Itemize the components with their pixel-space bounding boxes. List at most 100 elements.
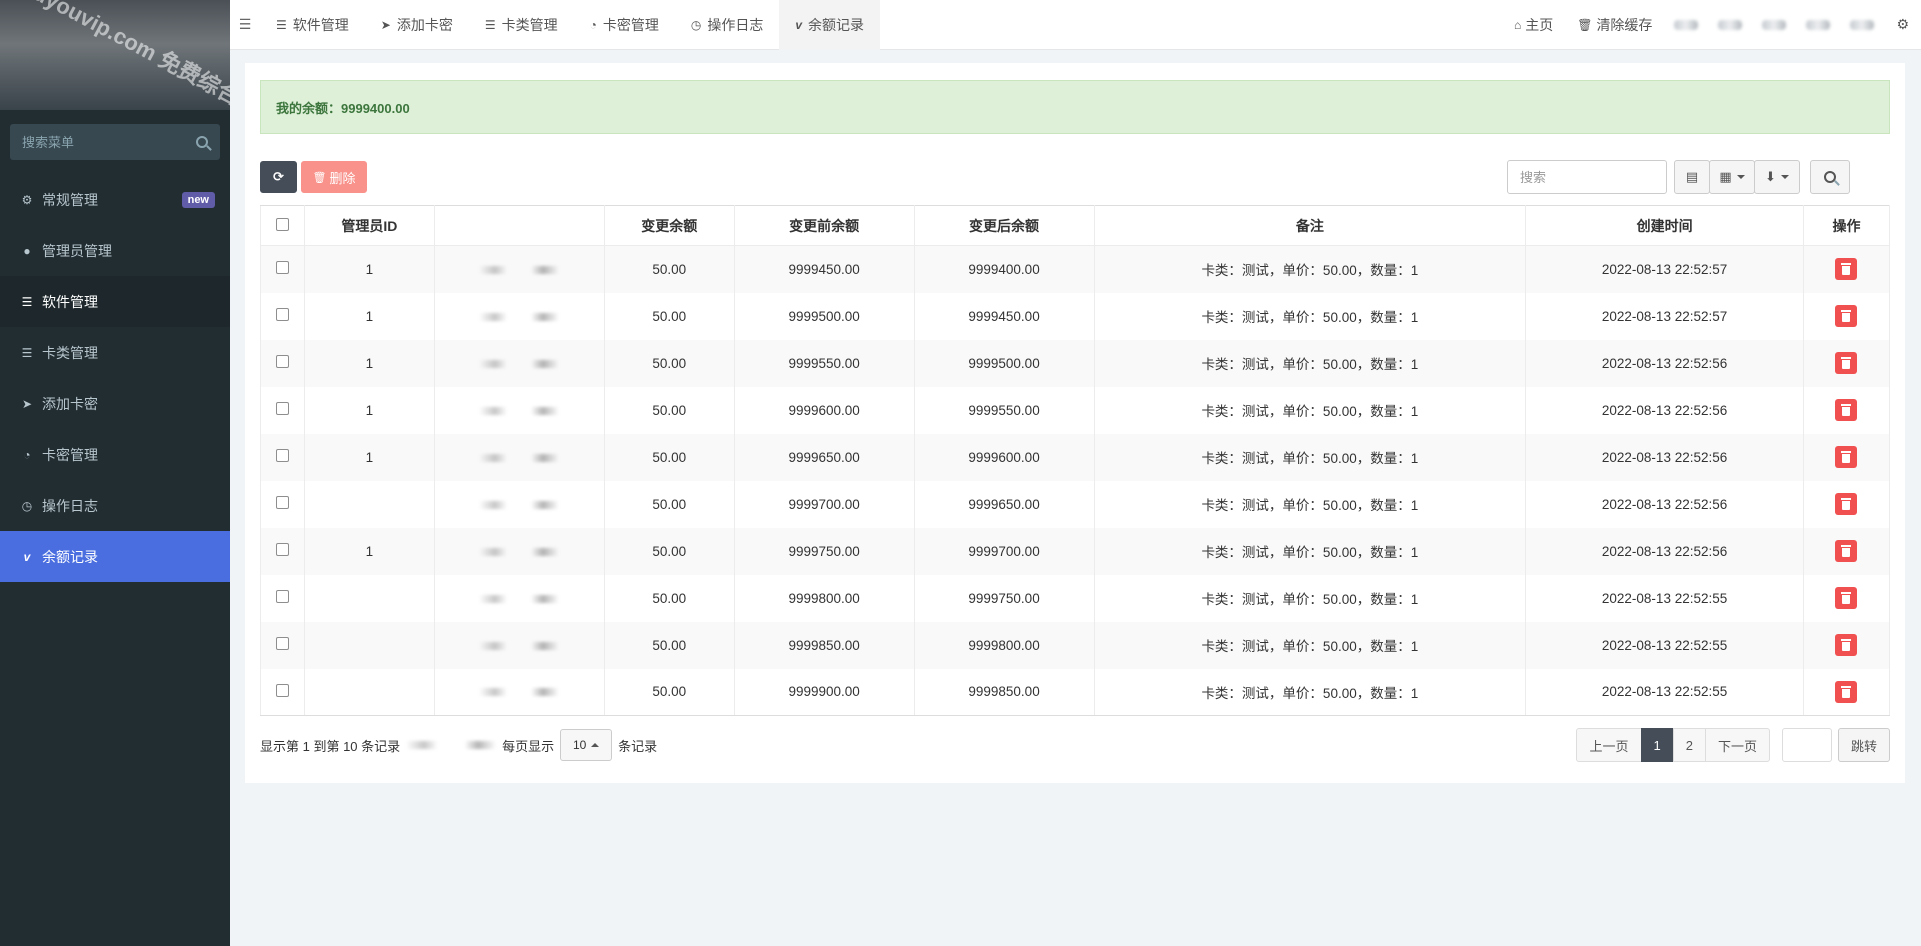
cell-admin-id: 1 [303, 386, 435, 434]
page-2-button[interactable]: 2 [1672, 728, 1706, 762]
jump-button[interactable]: 跳转 [1837, 728, 1890, 762]
cell-action [1802, 245, 1891, 293]
tab-balance[interactable]: v 余额记录 [779, 0, 881, 50]
delete-button[interactable]: 🗑 删除 [301, 161, 367, 193]
tab-label: 卡密管理 [602, 16, 659, 33]
sidebar-item-add-card[interactable]: ➤ 添加卡密 [0, 378, 230, 429]
tab-add-card[interactable]: ➤ 添加卡密 [365, 0, 469, 50]
table-row[interactable]: 1 50.00 9999500.00 9999450.00 卡类：测试，单价：50.00… [260, 292, 1891, 340]
sidebar-item-card-type[interactable]: ☰ 卡类管理 [0, 327, 230, 378]
row-checkbox[interactable] [275, 308, 289, 321]
row-delete-button[interactable] [1835, 540, 1858, 562]
next-page-button[interactable]: 下一页 [1704, 728, 1770, 762]
col-before[interactable]: 变更前余额 [733, 205, 915, 246]
row-delete-button[interactable] [1835, 258, 1858, 281]
row-delete-button[interactable] [1835, 493, 1858, 515]
blurred-text [479, 500, 560, 509]
row-checkbox-cell [260, 668, 305, 716]
col-after[interactable]: 变更后余额 [913, 205, 1095, 246]
sidebar-item-logs[interactable]: ◷ 操作日志 [0, 480, 230, 531]
refresh-button[interactable]: ⟳ [260, 161, 297, 193]
table-row[interactable]: 50.00 9999850.00 9999800.00 卡类：测试，单价：50.00，… [260, 621, 1891, 669]
search-icon[interactable] [196, 136, 208, 148]
cell-action [1802, 668, 1891, 716]
col-change[interactable]: 变更余额 [603, 205, 735, 246]
sidebar-search-input[interactable] [22, 134, 182, 150]
row-delete-button[interactable] [1835, 305, 1858, 327]
home-link[interactable]: ⌂ 主页 [1502, 15, 1565, 35]
row-delete-button[interactable] [1835, 399, 1858, 421]
cell-before: 9999750.00 [733, 527, 915, 575]
row-checkbox-cell [260, 621, 305, 669]
tab-label: 余额记录 [808, 16, 865, 33]
row-checkbox[interactable] [275, 449, 289, 462]
tab-card-type[interactable]: ☰ 卡类管理 [469, 0, 574, 50]
sidebar-item-card-manage[interactable]: ◔ 卡密管理 [0, 429, 230, 480]
tab-label: 卡类管理 [501, 16, 558, 33]
cell-blurred [433, 574, 605, 622]
select-all-checkbox[interactable] [275, 217, 289, 231]
table-row[interactable]: 1 50.00 9999650.00 9999600.00 卡类：测试，单价：50.00… [260, 433, 1891, 481]
menu-toggle-icon[interactable]: ☰ [230, 16, 260, 33]
row-checkbox[interactable] [275, 590, 289, 603]
row-checkbox[interactable] [275, 402, 289, 415]
cell-created: 2022-08-13 22:52:57 [1525, 292, 1804, 340]
clear-cache-link[interactable]: 🗑 清除缓存 [1565, 15, 1664, 35]
col-admin-id[interactable]: 管理员ID [303, 205, 435, 246]
row-delete-button[interactable] [1835, 680, 1858, 703]
cell-change: 50.00 [603, 245, 735, 293]
advanced-search-button[interactable] [1810, 160, 1850, 194]
row-delete-button[interactable] [1835, 446, 1858, 468]
sidebar-item-general[interactable]: ⚙ 常规管理 new [0, 174, 230, 225]
refresh-icon: ⟳ [273, 169, 284, 184]
cell-change: 50.00 [603, 386, 735, 434]
cell-note: 卡类：测试，单价：50.00，数量：1 [1093, 292, 1527, 340]
cell-admin-id: 1 [303, 339, 435, 387]
row-checkbox[interactable] [275, 355, 289, 368]
row-delete-button[interactable] [1835, 587, 1858, 609]
sidebar-item-admin[interactable]: ● 管理员管理 [0, 225, 230, 276]
table-row[interactable]: 50.00 9999800.00 9999750.00 卡类：测试，单价：50.00，… [260, 574, 1891, 622]
tab-card-manage[interactable]: ◔ 卡密管理 [574, 0, 675, 50]
table-row[interactable]: 50.00 9999700.00 9999650.00 卡类：测试，单价：50.00，… [260, 480, 1891, 528]
toggle-view-button[interactable]: ▤ [1674, 160, 1710, 194]
table-row[interactable]: 50.00 9999900.00 9999850.00 卡类：测试，单价：50.00，… [260, 668, 1891, 716]
tab-logs[interactable]: ◷ 操作日志 [675, 0, 779, 50]
prev-page-button[interactable]: 上一页 [1576, 728, 1642, 762]
row-checkbox[interactable] [275, 543, 289, 556]
page-1-button[interactable]: 1 [1640, 728, 1674, 762]
row-delete-button[interactable] [1835, 634, 1858, 656]
table-row[interactable]: 1 50.00 9999750.00 9999700.00 卡类：测试，单价：50.00… [260, 527, 1891, 575]
export-button[interactable]: ⬇ [1754, 160, 1800, 194]
row-checkbox[interactable] [275, 261, 289, 275]
columns-button[interactable]: ▦ [1709, 160, 1755, 194]
row-checkbox[interactable] [275, 683, 289, 697]
cell-blurred [433, 245, 605, 293]
sidebar-search[interactable] [10, 124, 220, 160]
blurred-text [479, 594, 560, 603]
row-checkbox-cell [260, 339, 305, 387]
select-all-header [260, 205, 305, 246]
cell-action [1802, 574, 1891, 622]
cell-created: 2022-08-13 22:52:55 [1525, 574, 1804, 622]
sidebar-item-balance[interactable]: v 余额记录 [0, 531, 230, 582]
row-checkbox[interactable] [275, 637, 289, 650]
sidebar-menu: ⚙ 常规管理 new ● 管理员管理 ☰ 软件管理 ☰ 卡类管理 ➤ 添加卡密 … [0, 174, 230, 582]
tab-software[interactable]: ☰ 软件管理 [260, 0, 365, 50]
cell-action [1802, 433, 1891, 481]
page-size-select[interactable]: 10 [560, 729, 613, 761]
settings-gear-icon[interactable]: ⚙ [1884, 16, 1921, 33]
jump-page-input[interactable] [1781, 728, 1832, 762]
col-created[interactable]: 创建时间 [1525, 205, 1804, 246]
col-note[interactable]: 备注 [1093, 205, 1527, 246]
table-row[interactable]: 1 50.00 9999600.00 9999550.00 卡类：测试，单价：50.00… [260, 386, 1891, 434]
list-icon: ☰ [21, 294, 33, 309]
cell-admin-id: 1 [303, 245, 435, 293]
row-delete-button[interactable] [1835, 352, 1858, 374]
blurred-text [479, 265, 560, 274]
row-checkbox[interactable] [275, 496, 289, 509]
table-row[interactable]: 1 50.00 9999550.00 9999500.00 卡类：测试，单价：50.00… [260, 339, 1891, 387]
table-search-input[interactable] [1507, 160, 1667, 194]
table-row[interactable]: 1 50.00 9999450.00 9999400.00 卡类：测试，单价：50.00… [260, 245, 1891, 293]
sidebar-item-software[interactable]: ☰ 软件管理 [0, 276, 230, 327]
